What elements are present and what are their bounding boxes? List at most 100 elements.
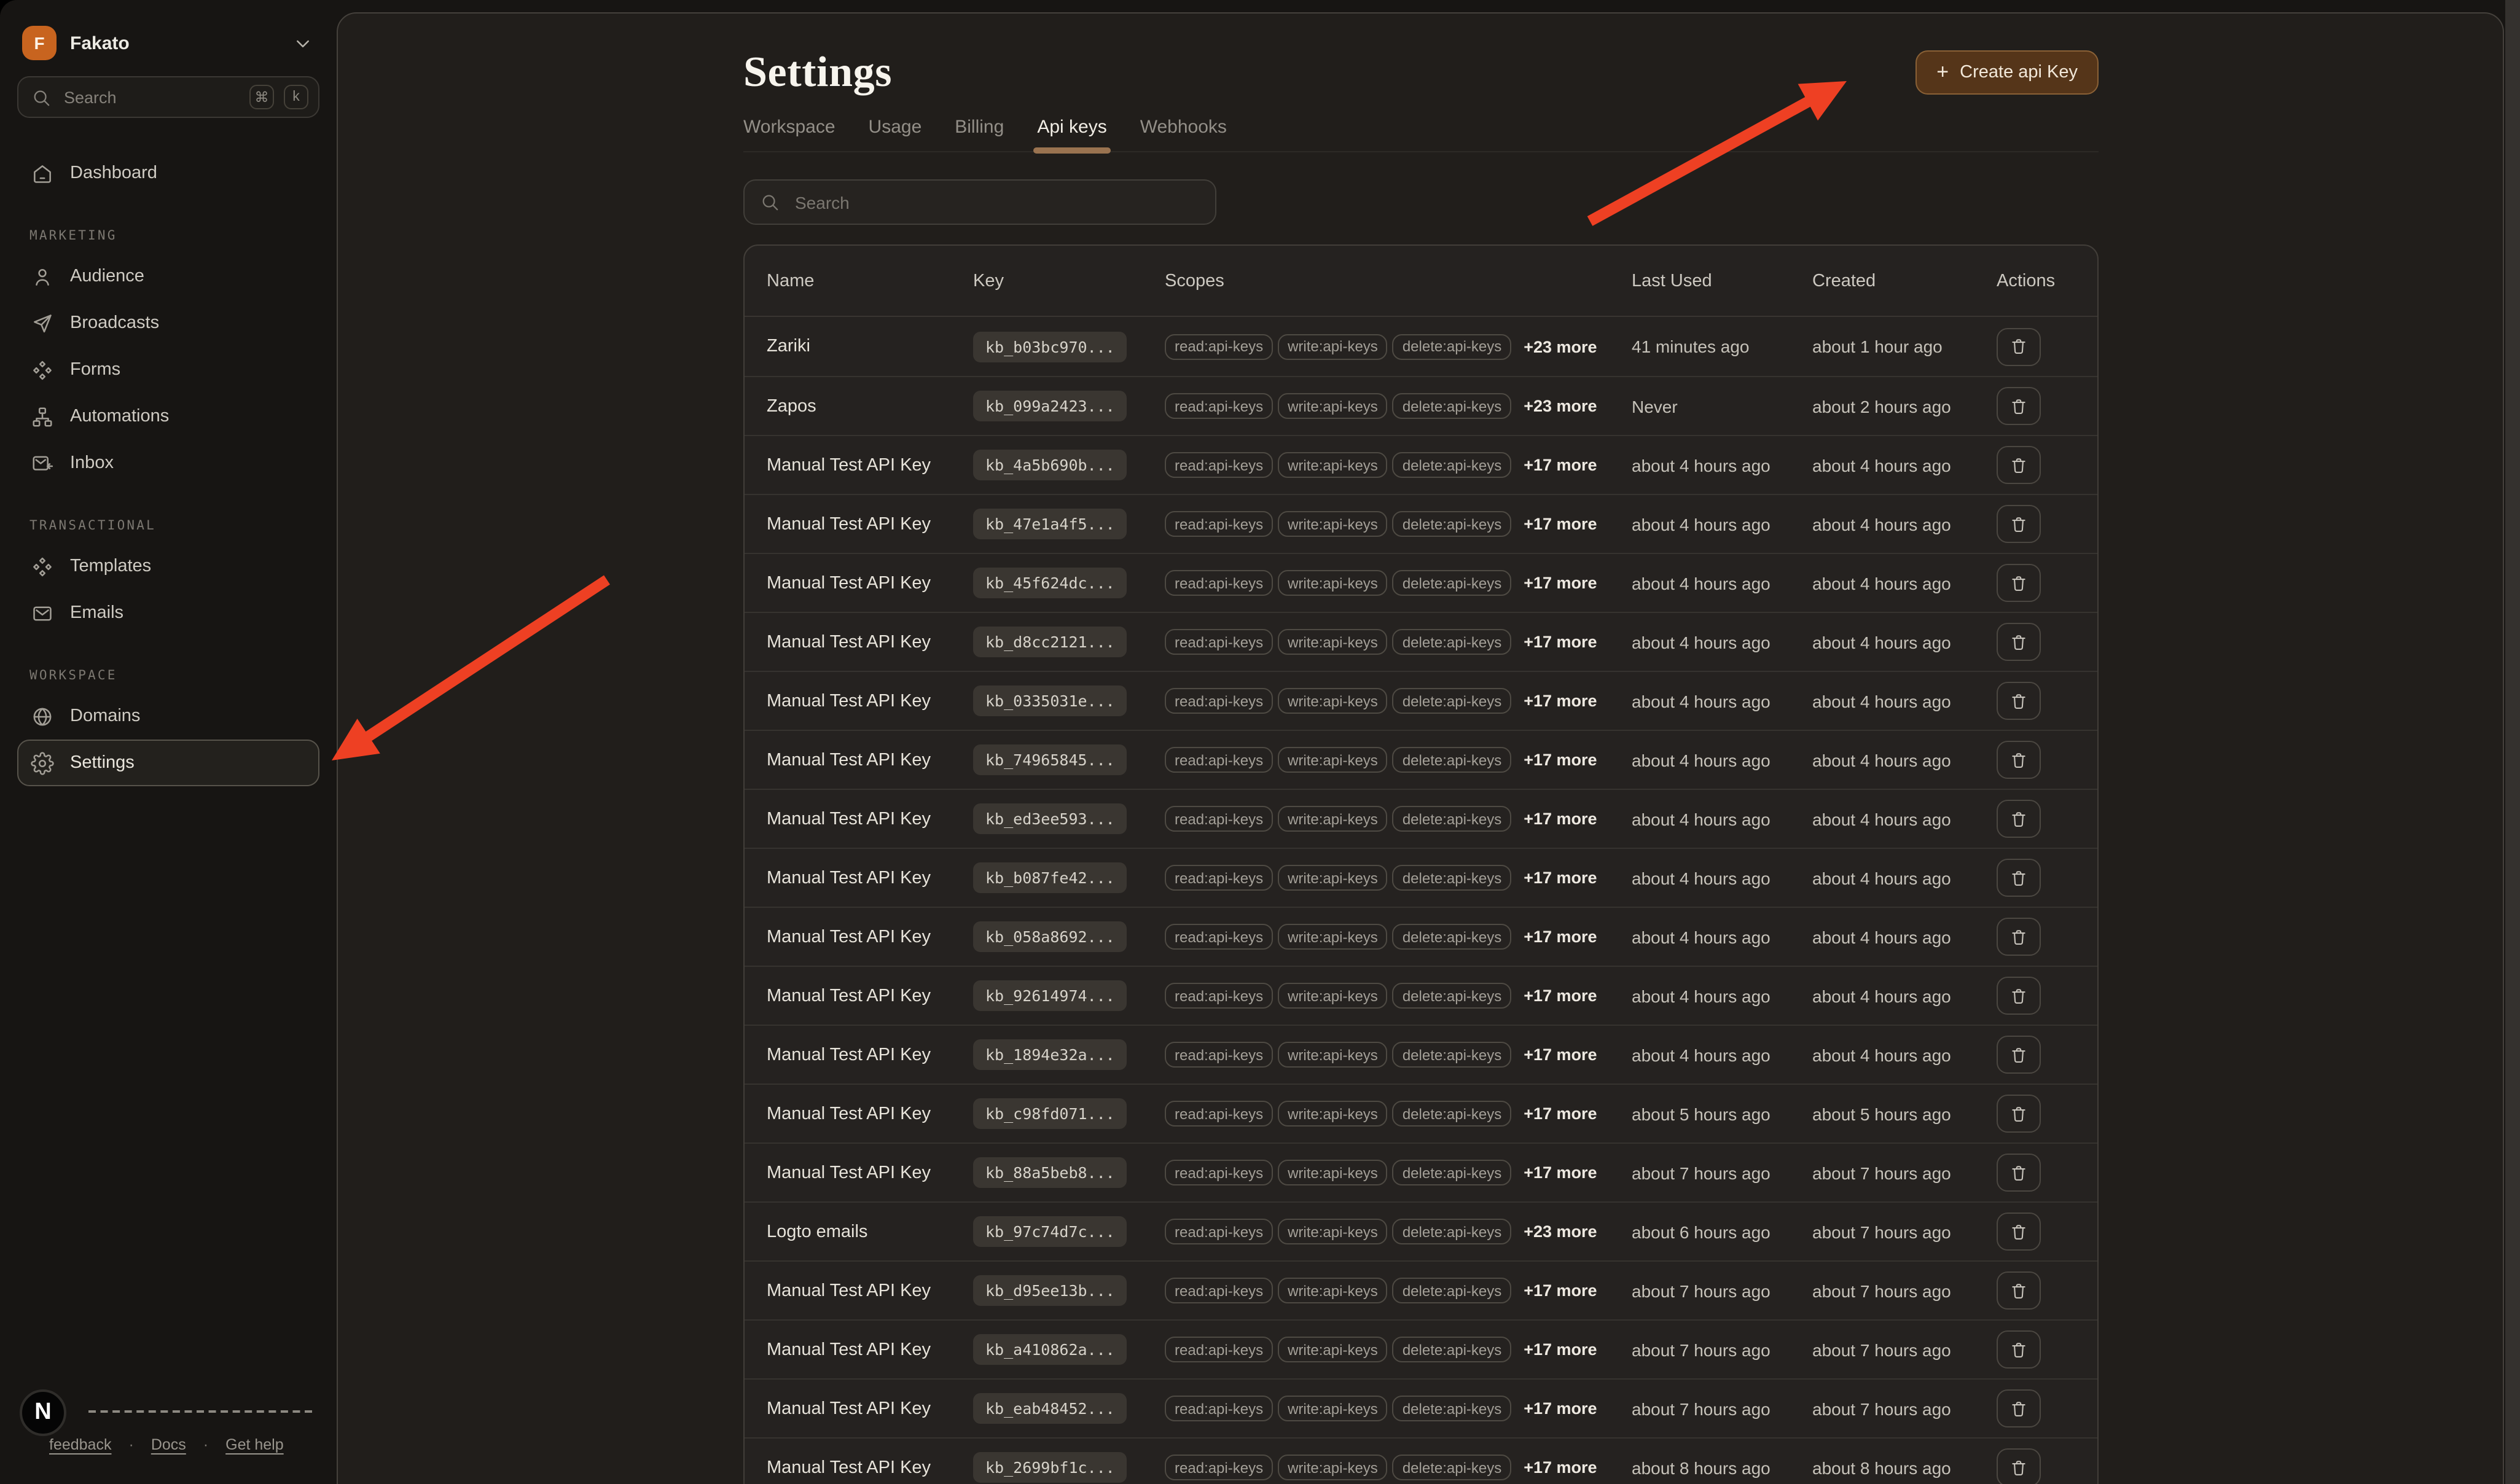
table-search[interactable] xyxy=(743,179,1216,225)
tab-usage[interactable]: Usage xyxy=(869,117,922,151)
delete-key-button[interactable] xyxy=(1997,741,2041,779)
delete-key-button[interactable] xyxy=(1997,800,2041,838)
api-key-value[interactable]: kb_74965845... xyxy=(973,744,1127,775)
footer-link-get-help[interactable]: Get help xyxy=(225,1436,284,1453)
sidebar-search[interactable]: ⌘ k xyxy=(17,76,319,118)
sidebar-item-settings[interactable]: Settings xyxy=(17,740,319,786)
api-key-value[interactable]: kb_d95ee13b... xyxy=(973,1275,1127,1306)
delete-key-button[interactable] xyxy=(1997,1389,2041,1427)
tab-api-keys[interactable]: Api keys xyxy=(1037,117,1106,151)
delete-key-button[interactable] xyxy=(1997,505,2041,543)
delete-key-button[interactable] xyxy=(1997,1271,2041,1310)
sidebar-item-label: Templates xyxy=(70,556,151,576)
api-key-name: Manual Test API Key xyxy=(767,691,973,711)
delete-key-button[interactable] xyxy=(1997,327,2041,365)
tab-webhooks[interactable]: Webhooks xyxy=(1140,117,1227,151)
api-key-value[interactable]: kb_b03bc970... xyxy=(973,331,1127,362)
api-key-cell: kb_74965845... xyxy=(973,744,1165,775)
scope-chip-read-api-keys: read:api-keys xyxy=(1165,1219,1273,1244)
workspace-avatar: F xyxy=(22,26,57,60)
api-key-value[interactable]: kb_97c74d7c... xyxy=(973,1216,1127,1247)
sidebar-item-forms[interactable]: Forms xyxy=(17,346,319,393)
scopes-more-count: +23 more xyxy=(1524,397,1597,415)
scope-chip-delete-api-keys: delete:api-keys xyxy=(1393,334,1511,359)
actions-cell xyxy=(1997,446,2097,484)
api-key-value[interactable]: kb_a410862a... xyxy=(973,1334,1127,1365)
table-row: Manual Test API Keykb_92614974...read:ap… xyxy=(745,966,2097,1025)
api-key-value[interactable]: kb_eab48452... xyxy=(973,1393,1127,1424)
api-key-name: Logto emails xyxy=(767,1222,973,1241)
last-used: about 4 hours ago xyxy=(1632,455,1812,475)
actions-cell xyxy=(1997,859,2097,897)
delete-key-button[interactable] xyxy=(1997,977,2041,1015)
scope-chip-delete-api-keys: delete:api-keys xyxy=(1393,1455,1511,1480)
scope-chip-read-api-keys: read:api-keys xyxy=(1165,570,1273,596)
api-key-value[interactable]: kb_88a5beb8... xyxy=(973,1157,1127,1188)
delete-key-button[interactable] xyxy=(1997,682,2041,720)
sidebar-item-label: Audience xyxy=(70,267,144,286)
delete-key-button[interactable] xyxy=(1997,387,2041,425)
api-key-value[interactable]: kb_1894e32a... xyxy=(973,1039,1127,1070)
diamonds-icon xyxy=(31,555,54,578)
sidebar-item-domains[interactable]: Domains xyxy=(17,693,319,740)
tab-workspace[interactable]: Workspace xyxy=(743,117,835,151)
api-key-value[interactable]: kb_c98fd071... xyxy=(973,1098,1127,1129)
api-key-value[interactable]: kb_ed3ee593... xyxy=(973,803,1127,834)
created: about 5 hours ago xyxy=(1812,1104,1997,1123)
delete-key-button[interactable] xyxy=(1997,623,2041,661)
delete-key-button[interactable] xyxy=(1997,859,2041,897)
scope-chip-delete-api-keys: delete:api-keys xyxy=(1393,806,1511,832)
sidebar-item-templates[interactable]: Templates xyxy=(17,543,319,590)
last-used: about 8 hours ago xyxy=(1632,1458,1812,1477)
tab-billing[interactable]: Billing xyxy=(955,117,1004,151)
sidebar-item-dashboard[interactable]: Dashboard xyxy=(17,150,319,197)
api-key-value[interactable]: kb_47e1a4f5... xyxy=(973,509,1127,539)
delete-key-button[interactable] xyxy=(1997,918,2041,956)
delete-key-button[interactable] xyxy=(1997,446,2041,484)
table-row: Manual Test API Keykb_eab48452...read:ap… xyxy=(745,1378,2097,1437)
delete-key-button[interactable] xyxy=(1997,1448,2041,1484)
sidebar-item-emails[interactable]: Emails xyxy=(17,590,319,636)
sidebar-item-inbox[interactable]: Inbox xyxy=(17,440,319,486)
scope-chip-delete-api-keys: delete:api-keys xyxy=(1393,747,1511,773)
scopes-more-count: +17 more xyxy=(1524,515,1597,533)
api-key-value[interactable]: kb_92614974... xyxy=(973,980,1127,1011)
delete-key-button[interactable] xyxy=(1997,564,2041,602)
delete-key-button[interactable] xyxy=(1997,1330,2041,1369)
table-row: Manual Test API Keykb_47e1a4f5...read:ap… xyxy=(745,494,2097,553)
delete-key-button[interactable] xyxy=(1997,1036,2041,1074)
scope-chip-delete-api-keys: delete:api-keys xyxy=(1393,1219,1511,1244)
footer-link-feedback[interactable]: feedback xyxy=(49,1436,111,1453)
create-api-key-button[interactable]: + Create api Key xyxy=(1915,50,2099,95)
last-used: 41 minutes ago xyxy=(1632,337,1812,356)
sidebar-item-broadcasts[interactable]: Broadcasts xyxy=(17,300,319,346)
sidebar-item-audience[interactable]: Audience xyxy=(17,253,319,300)
api-key-value[interactable]: kb_d8cc2121... xyxy=(973,627,1127,657)
actions-cell xyxy=(1997,977,2097,1015)
api-key-value[interactable]: kb_45f624dc... xyxy=(973,568,1127,598)
api-key-cell: kb_2699bf1c... xyxy=(973,1452,1165,1483)
sidebar-search-input[interactable] xyxy=(61,87,240,107)
workspace-switcher[interactable]: F Fakato xyxy=(17,22,319,64)
delete-key-button[interactable] xyxy=(1997,1154,2041,1192)
actions-cell xyxy=(1997,505,2097,543)
delete-key-button[interactable] xyxy=(1997,1213,2041,1251)
table-row: Zarikikb_b03bc970...read:api-keyswrite:a… xyxy=(745,317,2097,376)
scope-chip-delete-api-keys: delete:api-keys xyxy=(1393,629,1511,655)
delete-key-button[interactable] xyxy=(1997,1095,2041,1133)
api-key-value[interactable]: kb_0335031e... xyxy=(973,685,1127,716)
created: about 7 hours ago xyxy=(1812,1163,1997,1182)
app-window: F Fakato ⌘ k DashboardMARKETINGAudienceB… xyxy=(0,0,2520,1484)
api-key-value[interactable]: kb_058a8692... xyxy=(973,921,1127,952)
api-key-value[interactable]: kb_4a5b690b... xyxy=(973,450,1127,480)
api-key-value[interactable]: kb_099a2423... xyxy=(973,391,1127,421)
table-search-input[interactable] xyxy=(792,191,1200,213)
api-key-value[interactable]: kb_b087fe42... xyxy=(973,862,1127,893)
api-key-value[interactable]: kb_2699bf1c... xyxy=(973,1452,1127,1483)
sidebar-item-automations[interactable]: Automations xyxy=(17,393,319,440)
scrollbar-track[interactable] xyxy=(2505,0,2520,1484)
footer-link-docs[interactable]: Docs xyxy=(151,1436,186,1453)
table-row: Manual Test API Keykb_2699bf1c...read:ap… xyxy=(745,1437,2097,1484)
scope-chip-delete-api-keys: delete:api-keys xyxy=(1393,570,1511,596)
settings-tabs: Workspace Usage Billing Api keys Webhooks xyxy=(743,117,2099,152)
